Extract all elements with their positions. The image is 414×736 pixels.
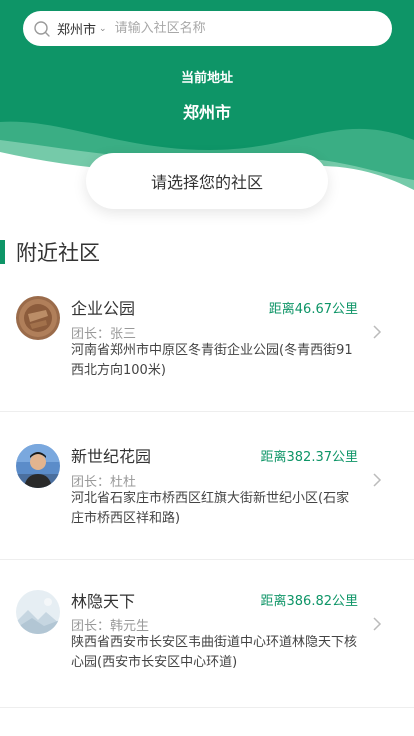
- community-item[interactable]: 新世纪花园 距离382.37公里 团长：杜杜 河北省石家庄市桥西区红旗大街新世纪…: [0, 412, 414, 560]
- search-bar[interactable]: 郑州市 ⌄: [23, 11, 392, 46]
- community-name: 新世纪花园: [71, 447, 152, 466]
- community-item[interactable]: 企业公园 距离46.67公里 团长：张三 河南省郑州市中原区冬青街企业公园(冬青…: [0, 264, 414, 412]
- community-leader: 团长：张三: [71, 327, 137, 342]
- chevron-right-icon: [373, 617, 382, 631]
- chevron-right-icon: [373, 325, 382, 339]
- section-title: 附近社区: [16, 241, 100, 265]
- search-icon: [34, 20, 50, 37]
- select-community-button[interactable]: 请选择您的社区: [86, 153, 328, 209]
- section-accent-bar: [0, 240, 5, 264]
- community-item[interactable]: 林隐天下 距离386.82公里 团长：韩元生 陕西省西安市长安区韦曲街道中心环道…: [0, 560, 414, 708]
- bronze-seal-photo: [16, 296, 60, 340]
- community-avatar: [16, 444, 60, 488]
- person-photo: [16, 444, 60, 488]
- landscape-photo: [16, 590, 60, 634]
- community-name: 企业公园: [71, 299, 136, 318]
- community-avatar: [16, 590, 60, 634]
- community-address: 河南省郑州市中原区冬青街企业公园(冬青西街91西北方向100米): [71, 343, 353, 378]
- current-address-label: 当前地址: [180, 71, 233, 86]
- community-distance: 距离386.82公里: [260, 594, 359, 609]
- city-select[interactable]: 郑州市 ⌄: [57, 19, 107, 38]
- current-address-city: 郑州市: [182, 103, 231, 122]
- community-leader: 团长：韩元生: [71, 619, 150, 634]
- community-leader: 团长：杜杜: [71, 475, 137, 490]
- search-input[interactable]: [114, 21, 345, 36]
- nearby-section-heading: 附近社区: [0, 237, 100, 267]
- community-distance: 距离46.67公里: [268, 302, 358, 317]
- chevron-down-icon: ⌄: [99, 24, 107, 34]
- community-name: 林隐天下: [71, 592, 136, 611]
- community-avatar: [16, 296, 60, 340]
- chevron-right-icon: [373, 473, 382, 487]
- community-address: 陕西省西安市长安区韦曲街道中心环道林隐天下核心园(西安市长安区中心环道): [71, 635, 358, 670]
- city-select-label: 郑州市: [57, 23, 97, 38]
- community-distance: 距离382.37公里: [260, 450, 359, 465]
- community-address: 河北省石家庄市桥西区红旗大街新世纪小区(石家庄市桥西区祥和路): [71, 491, 350, 526]
- community-list: 企业公园 距离46.67公里 团长：张三 河南省郑州市中原区冬青街企业公园(冬青…: [0, 264, 414, 708]
